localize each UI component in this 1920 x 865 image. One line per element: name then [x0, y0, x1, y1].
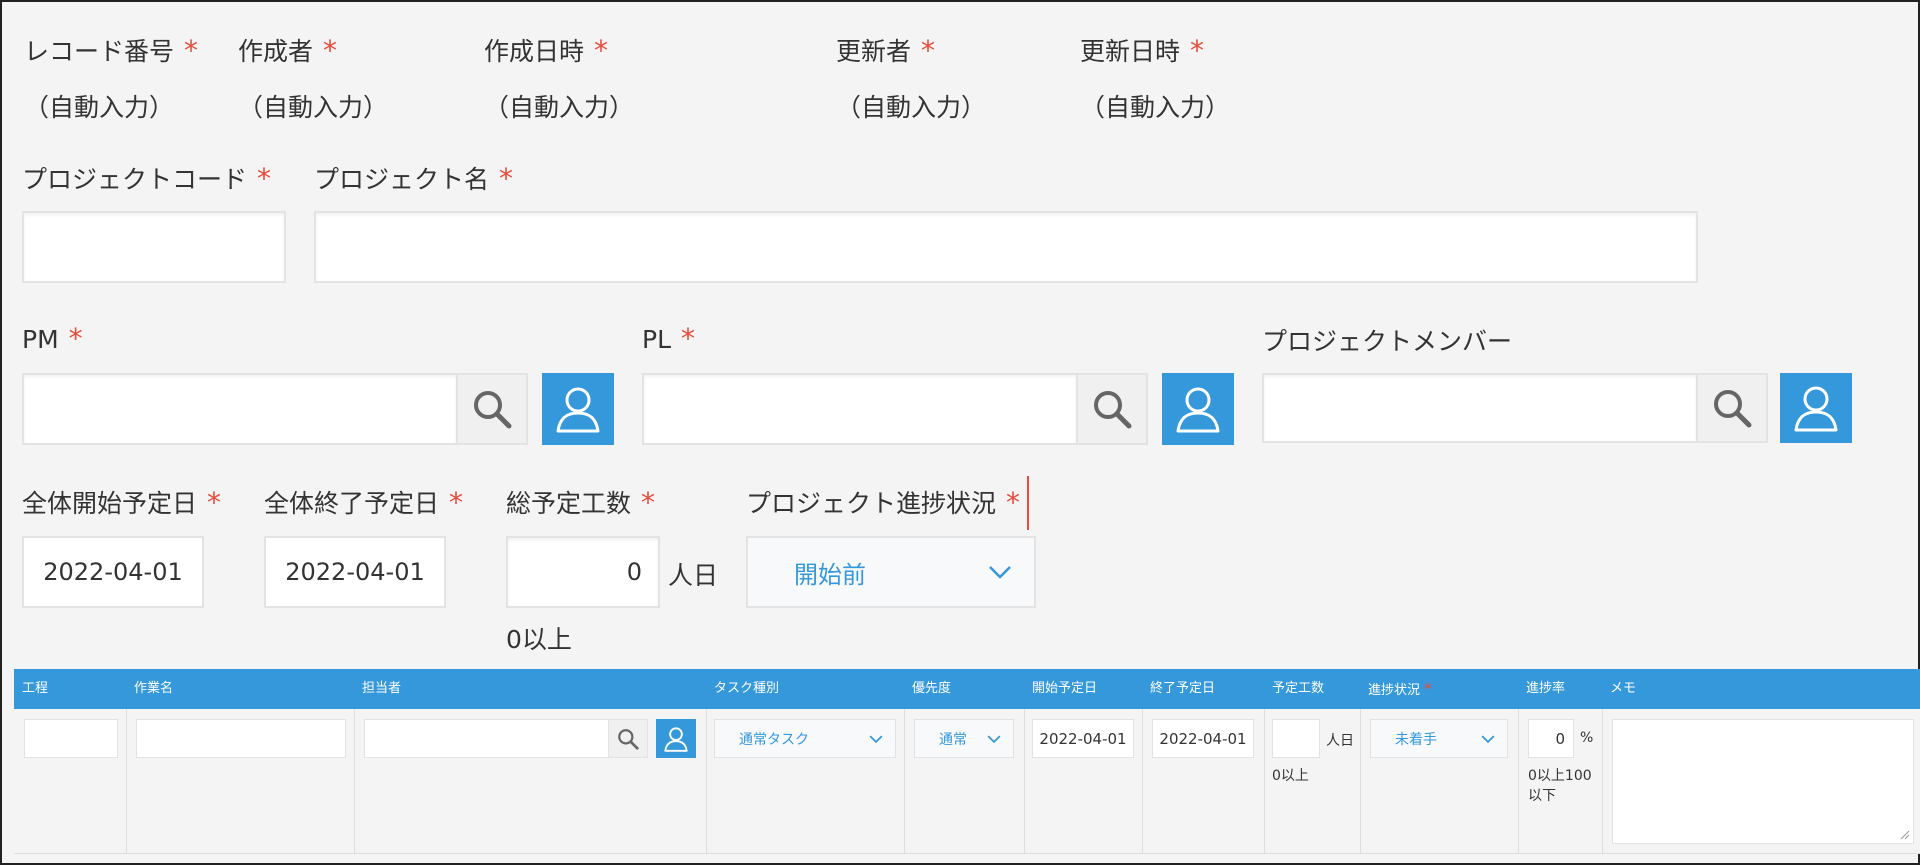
updater-label: 更新者 * [836, 34, 936, 67]
search-icon [1094, 391, 1132, 429]
pl-input[interactable] [642, 373, 1078, 445]
row-task-type-value: 通常タスク [739, 731, 809, 748]
row-assignee-user-button[interactable] [656, 719, 696, 758]
pl-label: PL * [642, 322, 696, 355]
header-rate: 進捗率 [1526, 681, 1566, 696]
column-divider [1024, 709, 1025, 854]
project-code-input[interactable] [22, 211, 286, 283]
user-icon [664, 726, 688, 752]
header-process: 工程 [22, 681, 49, 696]
column-divider [354, 709, 355, 854]
row-task-name-input[interactable] [136, 719, 346, 758]
pl-user-select-button[interactable] [1162, 373, 1234, 445]
row-assignee-search-button[interactable] [608, 719, 648, 758]
progress-status-select[interactable]: 開始前 [746, 536, 1036, 608]
creator-label: 作成者 * [238, 34, 338, 67]
members-input[interactable] [1262, 373, 1698, 443]
pm-label: PM * [22, 322, 83, 355]
form-canvas: レコード番号 * （自動入力） 作成者 * （自動入力） 作成日時 * （自動入力） … [0, 0, 1920, 865]
chevron-down-icon [1481, 735, 1495, 744]
column-divider [1360, 709, 1361, 854]
row-assignee-input[interactable] [364, 719, 610, 758]
end-date-label: 全体終了予定日 * [264, 486, 464, 519]
total-effort-unit: 人日 [668, 561, 719, 590]
total-effort-hint: 0以上 [506, 625, 572, 654]
user-icon [556, 387, 600, 433]
search-icon [474, 391, 512, 429]
row-effort-input[interactable] [1272, 719, 1320, 758]
column-divider [1602, 709, 1603, 854]
column-divider [126, 709, 127, 854]
start-date-label: 全体開始予定日 * [22, 486, 222, 519]
row-rate-hint: 0以上100 [1528, 768, 1592, 784]
resize-handle-icon[interactable] [1900, 830, 1910, 840]
row-task-type-select[interactable]: 通常タスク [714, 719, 896, 758]
header-effort: 予定工数 [1272, 681, 1325, 696]
header-end: 終了予定日 [1150, 681, 1216, 696]
progress-status-label: プロジェクト進捗状況 * [746, 486, 1021, 519]
row-start-date-input[interactable]: 2022-04-01 [1032, 719, 1134, 758]
column-divider [904, 709, 905, 854]
user-icon [1176, 387, 1220, 433]
row-status-select[interactable]: 未着手 [1370, 719, 1508, 758]
updater-value: （自動入力） [836, 93, 987, 122]
row-priority-value: 通常 [939, 731, 967, 748]
header-priority: 優先度 [912, 681, 952, 696]
pm-user-select-button[interactable] [542, 373, 614, 445]
total-effort-input[interactable]: 0 [506, 536, 660, 608]
project-code-label: プロジェクトコード * [22, 162, 272, 195]
end-date-input[interactable]: 2022-04-01 [264, 536, 446, 608]
row-priority-select[interactable]: 通常 [914, 719, 1014, 758]
header-status: 進捗状況 * [1368, 679, 1433, 698]
chevron-down-icon [989, 566, 1011, 579]
column-divider [706, 709, 707, 854]
row-rate-hint-line2: 以下 [1528, 788, 1556, 804]
chevron-down-icon [869, 735, 883, 744]
text-cursor [1027, 476, 1029, 530]
progress-status-value: 開始前 [794, 560, 866, 589]
row-effort-hint: 0以上 [1272, 768, 1309, 784]
header-task-type: タスク種別 [714, 681, 780, 696]
project-name-label: プロジェクト名 * [314, 162, 514, 195]
total-effort-label: 総予定工数 * [506, 486, 656, 519]
subtable-header: 工程 作業名 担当者 タスク種別 優先度 開始予定日 終了予定日 予定工数 進捗… [14, 669, 1920, 709]
column-divider [1264, 709, 1265, 854]
creator-value: （自動入力） [238, 93, 389, 122]
header-task-name: 作業名 [134, 681, 174, 696]
record-number-label: レコード番号 * [24, 34, 199, 67]
row-process-input[interactable] [24, 719, 118, 758]
created-at-label: 作成日時 * [484, 34, 609, 67]
row-memo-textarea[interactable] [1612, 719, 1914, 844]
pl-search-button[interactable] [1076, 373, 1148, 445]
chevron-down-icon [987, 735, 1001, 744]
start-date-input[interactable]: 2022-04-01 [22, 536, 204, 608]
search-icon [618, 728, 639, 750]
header-memo: メモ [1610, 681, 1637, 696]
members-search-button[interactable] [1696, 373, 1768, 443]
pm-input[interactable] [22, 373, 458, 445]
pm-search-button[interactable] [456, 373, 528, 445]
user-icon [1794, 386, 1838, 432]
row-rate-unit: % [1580, 730, 1594, 746]
header-start: 開始予定日 [1032, 681, 1098, 696]
header-assignee: 担当者 [362, 681, 402, 696]
row-rate-input[interactable]: 0 [1528, 719, 1574, 758]
members-user-select-button[interactable] [1780, 373, 1852, 443]
row-end-date-input[interactable]: 2022-04-01 [1152, 719, 1254, 758]
project-name-input[interactable] [314, 211, 1698, 283]
created-at-value: （自動入力） [484, 93, 635, 122]
column-divider [1518, 709, 1519, 854]
updated-at-label: 更新日時 * [1080, 34, 1205, 67]
record-number-value: （自動入力） [24, 93, 175, 122]
row-status-value: 未着手 [1395, 731, 1437, 748]
updated-at-value: （自動入力） [1080, 93, 1231, 122]
column-divider [1142, 709, 1143, 854]
row-effort-unit: 人日 [1326, 733, 1354, 749]
search-icon [1714, 390, 1752, 428]
members-label: プロジェクトメンバー [1262, 327, 1513, 356]
